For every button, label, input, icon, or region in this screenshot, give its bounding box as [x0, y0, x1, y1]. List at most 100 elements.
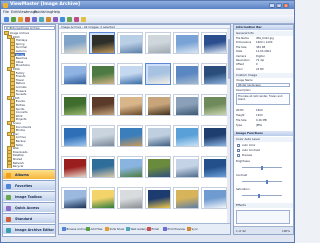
- toolbar-icon[interactable]: [74, 16, 79, 22]
- thumbnail[interactable]: [145, 125, 171, 147]
- vertical-scrollbar[interactable]: [227, 29, 230, 225]
- thumbnail[interactable]: [145, 63, 171, 85]
- thumbnail[interactable]: [145, 32, 171, 54]
- nav-button[interactable]: Favorites: [3, 180, 55, 190]
- toolbar-icon[interactable]: [11, 16, 16, 22]
- action-button[interactable]: Sync: [187, 226, 198, 232]
- thumbnail[interactable]: [173, 156, 199, 178]
- thumbnail[interactable]: [117, 63, 143, 85]
- thumbnail[interactable]: [89, 156, 115, 178]
- action-icon: [105, 227, 109, 231]
- image-functions-header[interactable]: Image Functions: [234, 131, 293, 136]
- nav-button[interactable]: Image Toolbox: [3, 191, 55, 201]
- field-value: 24 Bit: [256, 67, 264, 71]
- toolbar-icon[interactable]: [53, 16, 58, 22]
- menu-edit[interactable]: Edit: [11, 10, 18, 14]
- thumbnail[interactable]: [61, 32, 87, 54]
- color-auto-header[interactable]: Color Auto Level: [234, 137, 293, 142]
- toolbar-icon[interactable]: [67, 16, 72, 22]
- nav-icon: [6, 216, 11, 222]
- thumbnail[interactable]: [201, 156, 227, 178]
- nav-icon: [6, 194, 11, 200]
- menu-publishing[interactable]: Publishing: [34, 10, 52, 14]
- toolbar-icon[interactable]: [60, 16, 65, 22]
- thumbnail[interactable]: [173, 63, 199, 85]
- nav-button[interactable]: Image Archive Editor: [3, 224, 55, 234]
- photo-thumbnail: [120, 66, 142, 84]
- action-icon: [147, 227, 151, 231]
- general-info-header[interactable]: General Info: [234, 31, 293, 36]
- thumbnail[interactable]: [201, 187, 227, 209]
- adjustment-slider[interactable]: [242, 193, 282, 198]
- slider-handle[interactable]: [261, 165, 263, 170]
- thumbnail[interactable]: [117, 187, 143, 209]
- thumbnail[interactable]: [173, 125, 199, 147]
- action-button[interactable]: Web Gallery: [126, 226, 147, 232]
- thumbnail[interactable]: [89, 32, 115, 54]
- adjustment-slider[interactable]: [242, 165, 282, 170]
- photo-thumbnail: [64, 66, 86, 84]
- toolbar-icon[interactable]: [32, 16, 37, 22]
- thumbnail[interactable]: [61, 63, 87, 85]
- thumbnail[interactable]: [173, 94, 199, 116]
- zoom-level[interactable]: 100%: [282, 229, 290, 233]
- nav-button[interactable]: Albums: [3, 169, 55, 179]
- toolbar-icon[interactable]: [39, 16, 44, 22]
- scrollbar-thumb[interactable]: [227, 39, 230, 79]
- action-button[interactable]: Browse Archive: [62, 226, 87, 232]
- thumbnail[interactable]: [61, 156, 87, 178]
- thumbnail[interactable]: [89, 94, 115, 116]
- slider-handle[interactable]: [265, 179, 268, 184]
- nav-button[interactable]: Standard: [3, 213, 55, 223]
- action-button[interactable]: Slide Show: [105, 226, 124, 232]
- thumbnail[interactable]: [117, 156, 143, 178]
- photo-thumbnail: [120, 35, 142, 53]
- action-button[interactable]: Add Files: [86, 226, 102, 232]
- thumbnail[interactable]: [145, 94, 171, 116]
- minimize-icon[interactable]: _: [269, 2, 275, 8]
- thumbnail[interactable]: [173, 32, 199, 54]
- maximize-icon[interactable]: □: [276, 2, 282, 8]
- slider-handle[interactable]: [257, 193, 260, 198]
- stat-value: 1200: [256, 114, 263, 117]
- image-name-field[interactable]: Winter landscape: [236, 83, 290, 87]
- thumbnail[interactable]: [117, 125, 143, 147]
- thumbnail[interactable]: [201, 32, 227, 54]
- toolbar-icon[interactable]: [18, 16, 23, 22]
- close-icon[interactable]: ×: [283, 2, 289, 8]
- menu-help[interactable]: Help: [52, 10, 60, 14]
- thumbnail[interactable]: [61, 187, 87, 209]
- action-button[interactable]: Email: [147, 226, 159, 232]
- path-field[interactable]: D:\Pictures\Image Archive: [4, 26, 55, 30]
- thumbnail[interactable]: [201, 63, 227, 85]
- adjustment-slider[interactable]: [242, 179, 282, 184]
- thumbnail[interactable]: [117, 32, 143, 54]
- thumbnail[interactable]: [61, 94, 87, 116]
- thumbnail[interactable]: [89, 187, 115, 209]
- tree-item[interactable]: Recycle: [7, 164, 23, 168]
- thumbnail[interactable]: [61, 125, 87, 147]
- toolbar-icon[interactable]: [25, 16, 30, 22]
- nav-button[interactable]: Quick Access: [3, 202, 55, 212]
- action-button[interactable]: Print Preview: [163, 226, 185, 232]
- description-field[interactable]: The lake at calm winter, frozen and sile…: [236, 93, 290, 105]
- checkbox[interactable]: [237, 144, 240, 147]
- thumbnail[interactable]: [145, 156, 171, 178]
- field-label: Camera: [236, 54, 247, 58]
- toolbar-icon[interactable]: [46, 16, 51, 22]
- menu-file[interactable]: File: [3, 10, 9, 14]
- checkbox[interactable]: [237, 149, 240, 152]
- thumbnail[interactable]: [145, 187, 171, 209]
- effects-header[interactable]: Effects: [234, 203, 293, 208]
- nav-button-label: Standard: [15, 217, 33, 221]
- thumbnail[interactable]: [173, 187, 199, 209]
- checkbox[interactable]: [237, 154, 240, 157]
- custom-image-header[interactable]: Custom Image: [234, 73, 293, 78]
- toolbar-icon[interactable]: [4, 16, 9, 22]
- thumbnail[interactable]: [89, 63, 115, 85]
- thumbnail[interactable]: [201, 125, 227, 147]
- thumbnail[interactable]: [89, 125, 115, 147]
- thumbnail[interactable]: [117, 94, 143, 116]
- thumbnail[interactable]: [201, 94, 227, 116]
- toolbar-icon[interactable]: [81, 16, 86, 22]
